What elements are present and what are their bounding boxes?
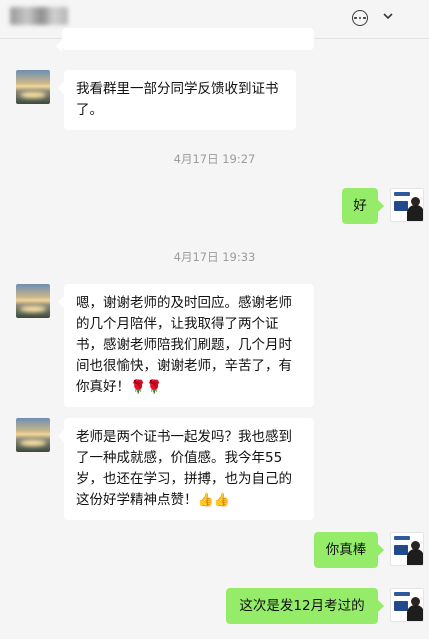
id-card-graphic: [394, 201, 408, 211]
avatar[interactable]: [390, 532, 424, 566]
person-body: [407, 205, 423, 221]
logo-mark: [394, 192, 410, 196]
timestamp: 4月17日 19:33: [173, 250, 256, 264]
person-body: [407, 605, 423, 621]
id-card-graphic: [394, 601, 408, 611]
message-bubble[interactable]: 我看群里一部分同学反馈收到证书了。: [58, 70, 296, 130]
message-text: 你真棒: [325, 542, 367, 558]
more-icon[interactable]: [352, 10, 368, 26]
rose-emoji: 🌹🌹: [130, 380, 163, 395]
message-text: 嗯，谢谢老师的及时回应。感谢老师的几个月陪伴，让我取得了两个证书，感谢老师陪我们…: [76, 295, 292, 395]
id-card-graphic: [394, 545, 408, 555]
logo-mark: [394, 592, 410, 596]
chevron-down-icon[interactable]: [382, 10, 394, 22]
avatar[interactable]: [16, 70, 50, 104]
avatar[interactable]: [16, 284, 50, 318]
message-bubble[interactable]: 嗯，谢谢老师的及时回应。感谢老师的几个月陪伴，让我取得了两个证书，感谢老师陪我们…: [58, 284, 314, 407]
message-text: 我看群里一部分同学反馈收到证书了。: [76, 81, 279, 118]
message-bubble[interactable]: 你真棒: [314, 532, 384, 568]
thumbs-up-emoji: 👍👍: [197, 493, 230, 508]
message-bubble[interactable]: 好: [342, 188, 384, 224]
message-bubble-partial[interactable]: [56, 28, 314, 52]
message-text: 老师是两个证书一起发吗？我也感到了一种成就感，价值感。我今年55岁，也还在学习，…: [76, 429, 292, 508]
logo-mark: [394, 536, 410, 540]
message-text: 好: [353, 198, 367, 214]
message-bubble[interactable]: 老师是两个证书一起发吗？我也感到了一种成就感，价值感。我今年55岁，也还在学习，…: [58, 418, 314, 520]
chat-title-redacted: [10, 7, 68, 25]
message-bubble[interactable]: 这次是发12月考过的: [226, 588, 384, 624]
message-text: 这次是发12月考过的: [239, 598, 365, 614]
avatar[interactable]: [16, 418, 50, 452]
avatar[interactable]: [390, 188, 424, 222]
person-body: [407, 549, 423, 565]
timestamp: 4月17日 19:27: [173, 152, 256, 166]
avatar[interactable]: [390, 588, 424, 622]
